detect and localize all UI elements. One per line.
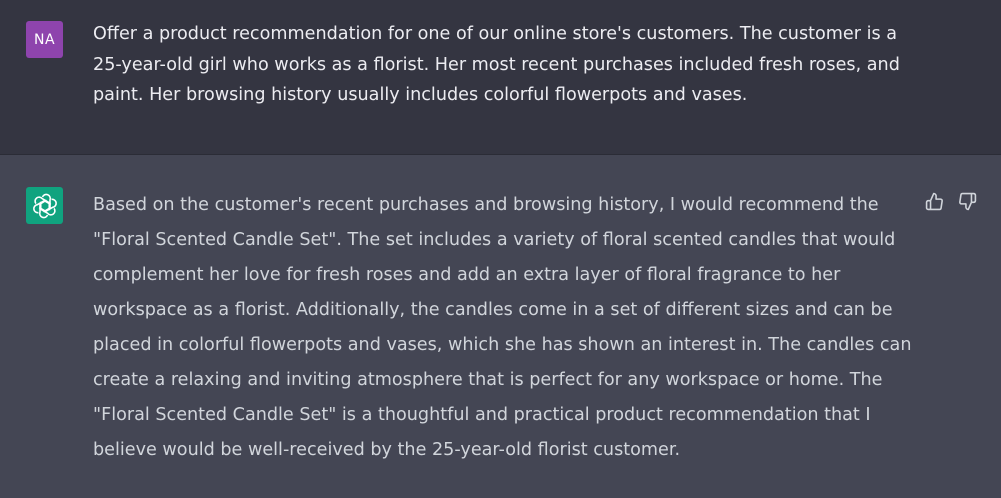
message-actions [924, 191, 977, 211]
user-message-row: NA Offer a product recommendation for on… [0, 0, 1001, 155]
openai-logo-icon [32, 193, 57, 218]
thumbs-up-icon [925, 192, 943, 210]
thumbs-down-button[interactable] [957, 191, 977, 211]
assistant-message-text: Based on the customer's recent purchases… [93, 195, 912, 460]
chat-page: NA Offer a product recommendation for on… [0, 0, 1001, 498]
user-avatar-initials: NA [33, 31, 56, 48]
user-avatar: NA [26, 21, 63, 58]
assistant-message-row: Based on the customer's recent purchases… [0, 155, 1001, 498]
thumbs-up-button[interactable] [924, 191, 944, 211]
assistant-avatar [26, 187, 63, 224]
thumbs-down-icon [958, 192, 976, 210]
user-message-text: Offer a product recommendation for one o… [93, 24, 900, 105]
